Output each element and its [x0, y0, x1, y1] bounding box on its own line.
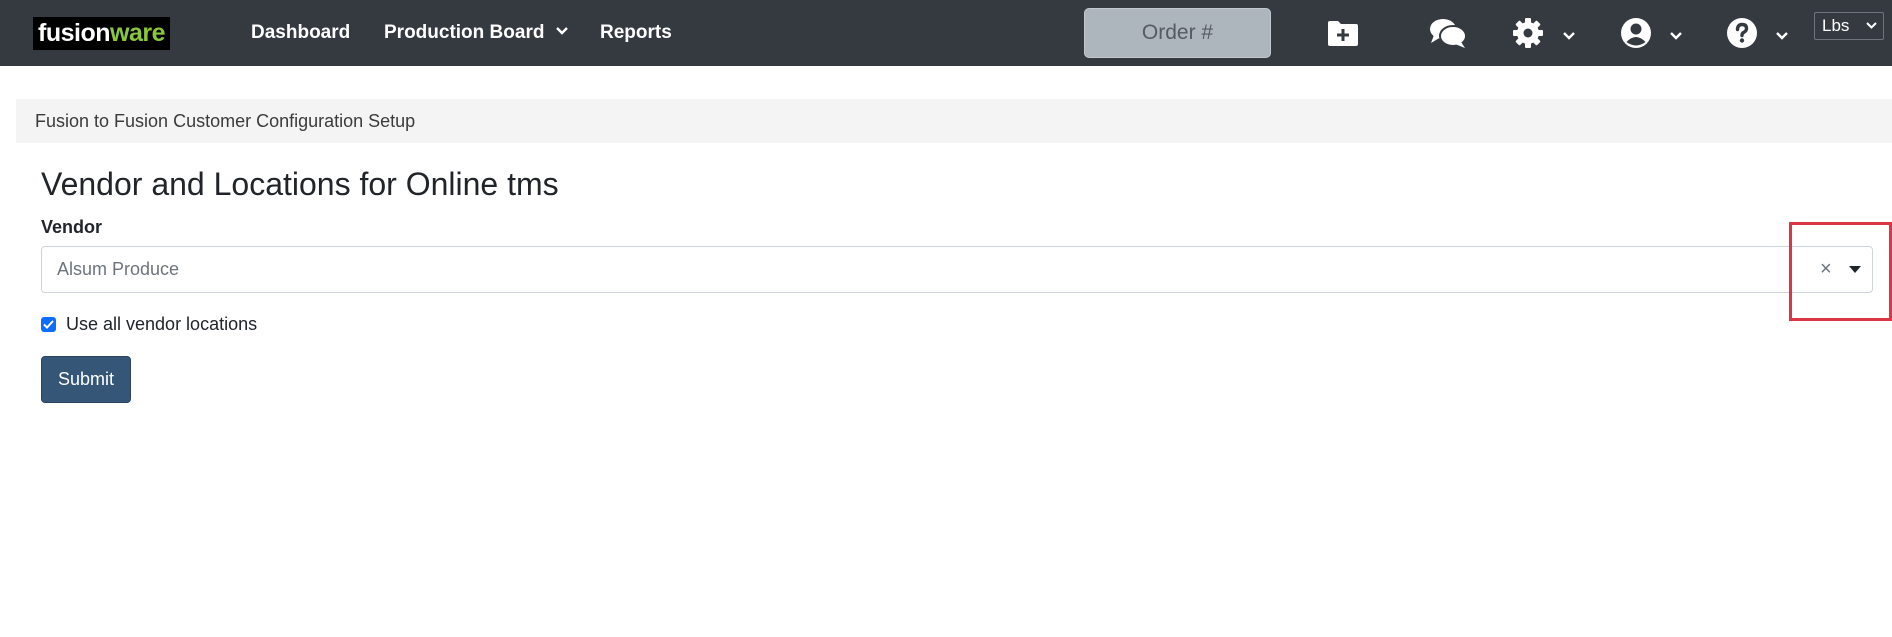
units-select-value: Lbs	[1822, 16, 1850, 35]
top-navbar: fusionware Dashboard Production Board Re…	[0, 0, 1892, 66]
help-chevron-down-icon[interactable]	[1774, 30, 1790, 42]
vendor-select[interactable]: Alsum Produce ×	[41, 246, 1873, 293]
chevron-down-icon	[1866, 22, 1877, 29]
page-title: Vendor and Locations for Online tms	[41, 166, 559, 202]
use-all-locations-label[interactable]: Use all vendor locations	[66, 314, 257, 335]
vendor-label: Vendor	[41, 217, 103, 237]
fusionware-logo[interactable]: fusionware	[33, 17, 170, 50]
clear-icon[interactable]: ×	[1820, 259, 1832, 279]
gear-icon[interactable]	[1512, 17, 1544, 49]
chevron-down-icon[interactable]	[554, 23, 570, 39]
nav-reports[interactable]: Reports	[600, 22, 672, 44]
chat-bubbles-icon[interactable]	[1429, 17, 1467, 49]
use-all-locations-row: Use all vendor locations	[41, 314, 257, 335]
nav-production-board[interactable]: Production Board	[384, 22, 544, 44]
use-all-locations-checkbox[interactable]	[41, 317, 56, 332]
checkmark-icon	[43, 320, 54, 329]
breadcrumb: Fusion to Fusion Customer Configuration …	[16, 99, 1892, 143]
units-select[interactable]: Lbs	[1814, 12, 1884, 40]
breadcrumb-text: Fusion to Fusion Customer Configuration …	[35, 111, 416, 131]
user-circle-icon[interactable]	[1620, 17, 1652, 49]
caret-down-icon[interactable]	[1848, 265, 1862, 274]
settings-chevron-down-icon[interactable]	[1561, 30, 1577, 42]
user-chevron-down-icon[interactable]	[1668, 30, 1684, 42]
order-search-input[interactable]: Order #	[1084, 8, 1271, 58]
submit-button[interactable]: Submit	[41, 356, 131, 403]
nav-dashboard[interactable]: Dashboard	[251, 22, 350, 44]
question-circle-icon[interactable]	[1726, 17, 1758, 49]
folder-plus-icon[interactable]	[1327, 19, 1359, 47]
vendor-select-value: Alsum Produce	[57, 259, 180, 279]
